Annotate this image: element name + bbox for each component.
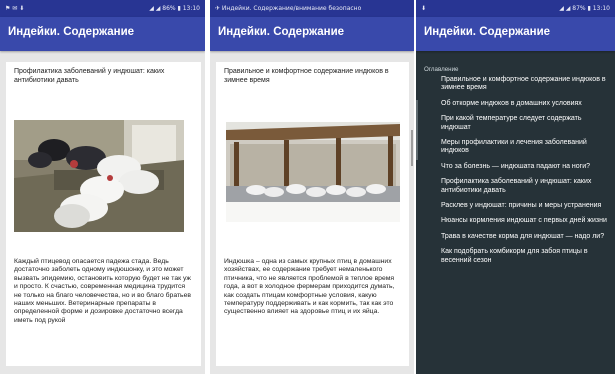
toc-item[interactable]: Правильное и комфортное содержание индюк… [441, 76, 609, 93]
toc-item[interactable]: Об откорме индюков в домашних условиях [441, 100, 609, 108]
status-indicators: ◢ ◢ 87% ▮ 13:10 [559, 5, 610, 12]
status-bar: ⬇ ◢ ◢ 87% ▮ 13:10 [416, 0, 615, 17]
app-title: Индейки. Содержание [8, 26, 135, 38]
photo-illustration [226, 122, 400, 222]
article-heading: Профилактика заболеваний у индюшат: каки… [14, 68, 165, 84]
toc-item[interactable]: Как подобрать комбикорм для забоя птицы … [441, 248, 609, 265]
notification-icons: ⚑ ✉ ⬇ [5, 5, 25, 12]
status-bar: ⚑ ✉ ⬇ ◢ ◢ 86% ▮ 13:10 [0, 0, 205, 17]
article-body: Индюшка – одна из самых крупных птиц в д… [224, 258, 395, 316]
toc-item[interactable]: Меры профилактики и лечения заболеваний … [441, 139, 609, 156]
toc-item[interactable]: Профилактика заболеваний у индюшат: каки… [441, 178, 609, 195]
screen-article-winter: ✈ Индейки. Содержание/внимание безопасно… [210, 0, 414, 374]
app-bar: Индейки. Содержание [210, 17, 414, 51]
toc-item[interactable]: Расклев у индюшат: причины и меры устран… [441, 202, 609, 210]
photo-illustration [14, 120, 184, 232]
toc-item[interactable]: Что за болезнь — индюшата падают на ноги… [441, 163, 609, 171]
status-bar: ✈ Индейки. Содержание/внимание безопасно [210, 0, 414, 17]
article-heading: Правильное и комфортное содержание индюк… [224, 68, 389, 84]
app-title: Индейки. Содержание [218, 26, 345, 38]
screen-table-of-contents: ⬇ ◢ ◢ 87% ▮ 13:10 Индейки. Содержание Ог… [416, 0, 615, 374]
toc-item[interactable]: Нюансы кормления индюшат с первых дней ж… [441, 217, 609, 225]
app-bar: Индейки. Содержание [416, 17, 615, 51]
screen-article-diseases: ⚑ ✉ ⬇ ◢ ◢ 86% ▮ 13:10 Индейки. Содержани… [0, 0, 205, 374]
scrollbar[interactable] [416, 100, 418, 160]
app-title: Индейки. Содержание [424, 26, 551, 38]
notification-text: ✈ Индейки. Содержание/внимание безопасно [215, 5, 362, 12]
table-of-contents: Оглавление Правильное и комфортное содер… [424, 66, 609, 272]
article-body: Каждый птицевод опасается падежа стада. … [14, 258, 191, 324]
toc-item[interactable]: При какой температуре следует содержать … [441, 115, 609, 132]
toc-list: Правильное и комфортное содержание индюк… [424, 76, 609, 265]
toc-item[interactable]: Трава в качестве корма для индюшат — над… [441, 233, 609, 241]
turkeys-winter-shed-photo [226, 122, 400, 222]
article-card[interactable]: Профилактика заболеваний у индюшат: каки… [6, 62, 201, 366]
status-indicators: ◢ ◢ 86% ▮ 13:10 [149, 5, 200, 12]
toc-label: Оглавление [424, 66, 459, 73]
app-bar: Индейки. Содержание [0, 17, 205, 51]
turkeys-in-pen-photo [14, 120, 184, 232]
article-card[interactable]: Правильное и комфортное содержание индюк… [216, 62, 409, 366]
download-icon: ⬇ [421, 5, 427, 12]
scrollbar[interactable] [411, 130, 413, 166]
